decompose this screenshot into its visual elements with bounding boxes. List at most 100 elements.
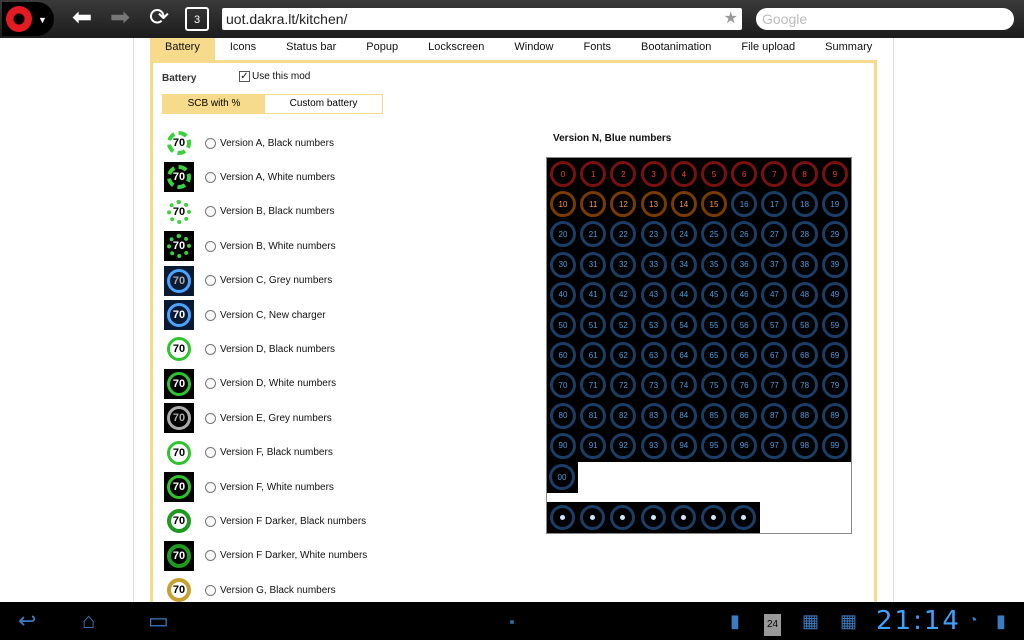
- option-radio[interactable]: [205, 275, 216, 287]
- tab-lockscreen[interactable]: Lockscreen: [413, 38, 499, 60]
- tab-summary[interactable]: Summary: [810, 38, 887, 60]
- preview-cell: 50: [550, 312, 576, 338]
- option-radio[interactable]: [205, 206, 216, 218]
- thumbnail-number: 70: [172, 481, 186, 493]
- preview-cell: 32: [610, 251, 637, 278]
- preview-cell: 89: [821, 402, 848, 429]
- option-radio[interactable]: [205, 309, 216, 321]
- option-radio[interactable]: [205, 550, 216, 562]
- option-radio[interactable]: [205, 137, 216, 149]
- tab-status-bar[interactable]: Status bar: [271, 38, 351, 60]
- tab-popup[interactable]: Popup: [351, 38, 413, 60]
- option-radio[interactable]: [205, 447, 216, 459]
- use-mod-checkbox[interactable]: ✓: [239, 71, 250, 82]
- charging-frame-icon: [610, 505, 636, 530]
- option-label: Version C, New charger: [220, 309, 326, 321]
- back-nav-icon[interactable]: ↩: [18, 610, 36, 632]
- thumbnail-number: 70: [172, 549, 186, 562]
- preview-cell: 36: [731, 251, 758, 278]
- preview-cell: 47: [761, 281, 788, 308]
- option-radio[interactable]: [205, 240, 216, 252]
- tabs-button[interactable]: 3: [185, 7, 209, 31]
- battery-option[interactable]: 70 Version B, White numbers: [164, 230, 336, 262]
- option-radio[interactable]: [205, 378, 216, 390]
- preview-cell: 78: [791, 372, 818, 399]
- battery-option[interactable]: 70 Version C, Grey numbers: [164, 265, 332, 297]
- preview-cell: 19: [821, 191, 848, 218]
- sdcard-icon: ▮: [730, 611, 740, 631]
- home-nav-icon[interactable]: ⌂: [82, 610, 95, 632]
- battery-option[interactable]: 70 Version F Darker, Black numbers: [164, 505, 366, 537]
- preview-cell: 30: [550, 251, 576, 278]
- star-icon[interactable]: ★: [724, 8, 738, 30]
- option-radio[interactable]: [205, 481, 216, 493]
- battery-option[interactable]: 70 Version E, Grey numbers: [164, 402, 332, 434]
- preview-cell: 28: [791, 221, 818, 248]
- preview-cell: 77: [761, 372, 788, 399]
- subtab-scb-percent[interactable]: SCB with %: [163, 95, 265, 113]
- preview-cell: 69: [821, 342, 848, 369]
- option-radio[interactable]: [205, 412, 216, 424]
- preview-cell: 99: [821, 432, 848, 459]
- opera-menu-button[interactable]: ▼: [2, 2, 54, 36]
- thumbnail-number: 70: [172, 205, 186, 218]
- tab-icons[interactable]: Icons: [215, 38, 271, 60]
- tab-fonts[interactable]: Fonts: [569, 38, 627, 60]
- preview-cell: 5: [701, 161, 727, 187]
- reload-icon[interactable]: ⟳: [145, 6, 173, 32]
- tab-file-upload[interactable]: File upload: [726, 38, 810, 60]
- preview-cell: 92: [610, 432, 637, 459]
- main-tabs: Battery Icons Status bar Popup Lockscree…: [150, 38, 887, 60]
- preview-cell: 85: [701, 402, 727, 429]
- tab-window[interactable]: Window: [499, 38, 568, 60]
- option-radio[interactable]: [205, 171, 216, 183]
- battery-option[interactable]: 70 Version F, Black numbers: [164, 437, 333, 469]
- forward-icon[interactable]: ➡: [106, 6, 134, 32]
- battery-option[interactable]: 70 Version F Darker, White numbers: [164, 540, 367, 572]
- preview-cell: 11: [580, 191, 607, 218]
- battery-option[interactable]: 70 Version F, White numbers: [164, 471, 334, 503]
- preview-cell: 17: [761, 191, 788, 218]
- thumbnail-number: 70: [172, 412, 186, 425]
- tab-battery[interactable]: Battery: [150, 38, 215, 60]
- preview-cell: 40: [550, 281, 576, 308]
- notification-badge[interactable]: 24: [764, 614, 782, 636]
- thumbnail-number: 70: [172, 309, 186, 321]
- preview-cell: 34: [670, 251, 697, 278]
- preview-cell: 9: [821, 161, 848, 187]
- option-radio[interactable]: [205, 515, 216, 527]
- panel-title: Battery: [162, 73, 197, 84]
- battery-option[interactable]: 70 Version B, Black numbers: [164, 196, 335, 228]
- option-label: Version B, Black numbers: [220, 206, 335, 218]
- thumbnail-number: 70: [172, 515, 186, 528]
- battery-option[interactable]: 70 Version A, Black numbers: [164, 127, 334, 159]
- battery-option[interactable]: 70 Version A, White numbers: [164, 161, 335, 193]
- battery-option[interactable]: 70 Version C, New charger: [164, 299, 326, 331]
- url-input[interactable]: uot.dakra.lt/kitchen/ ★: [222, 8, 742, 30]
- use-mod-control[interactable]: ✓ Use this mod: [239, 71, 310, 82]
- clock[interactable]: 21:14: [876, 606, 961, 636]
- search-input[interactable]: Google: [756, 8, 1014, 30]
- battery-option[interactable]: 70 Version G, Black numbers: [164, 574, 336, 602]
- battery-option[interactable]: 70 Version D, Black numbers: [164, 333, 335, 365]
- option-radio[interactable]: [205, 584, 216, 596]
- tab-bootanimation[interactable]: Bootanimation: [626, 38, 726, 60]
- preview-cell: 57: [761, 312, 788, 338]
- subtab-custom-battery[interactable]: Custom battery: [265, 95, 382, 113]
- preview-cell: 52: [610, 312, 637, 338]
- preview-cell: 79: [821, 372, 848, 399]
- preview-cell: 46: [731, 281, 758, 308]
- preview-cell: 44: [670, 281, 697, 308]
- preview-cell: 21: [580, 221, 607, 248]
- preview-cell: 14: [670, 191, 697, 218]
- recent-apps-icon[interactable]: ▭: [148, 610, 169, 632]
- preview-grid: 0 1 2 3 4 5 6 7 8 9 10 11 12 13 14 15 16 17 18 19 20 21 22 23 24…: [547, 158, 851, 462]
- battery-icon: ▮: [996, 611, 1006, 631]
- battery-thumbnail: 70: [164, 128, 194, 158]
- preview-cell: 24: [670, 221, 697, 248]
- battery-option[interactable]: 70 Version D, White numbers: [164, 368, 336, 400]
- back-icon[interactable]: ⬅: [68, 6, 96, 32]
- option-radio[interactable]: [205, 343, 216, 355]
- preview-cell: 1: [580, 161, 607, 187]
- preview-cell: 29: [821, 221, 848, 248]
